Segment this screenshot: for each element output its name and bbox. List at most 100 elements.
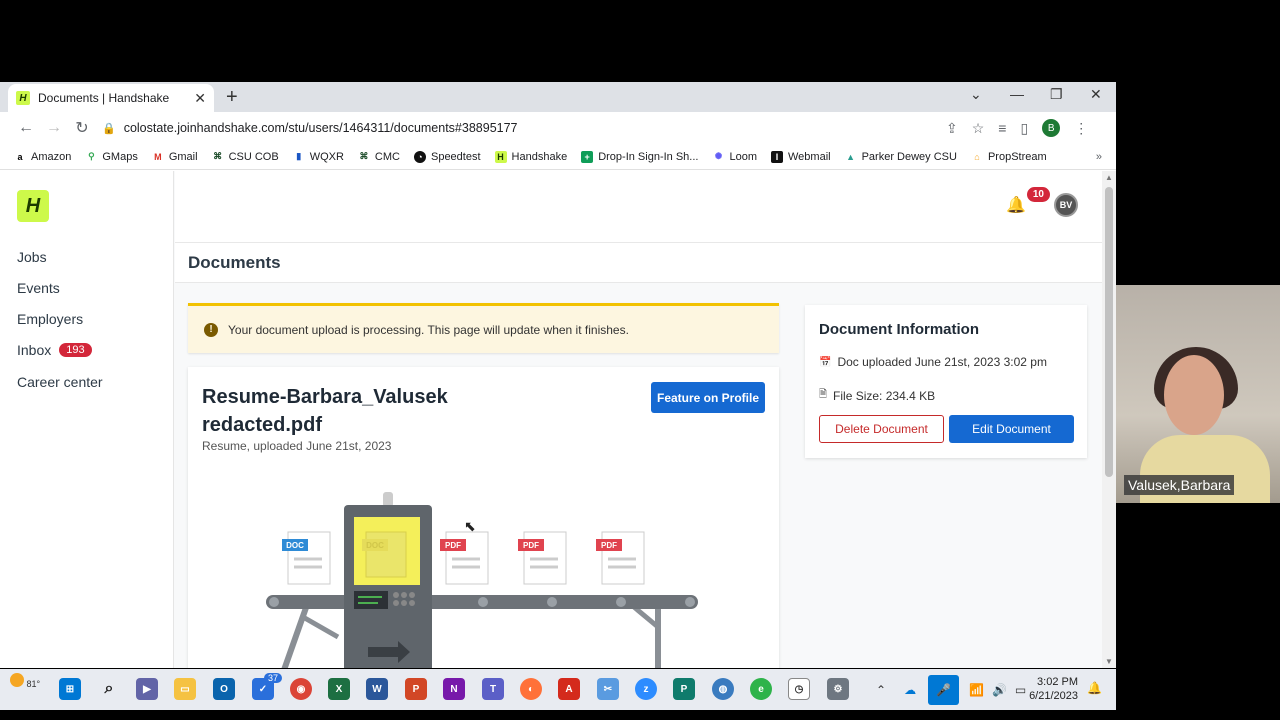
tab-strip: H Documents | Handshake ✕ + ⌄ — ❐ ✕: [0, 82, 1116, 112]
csu-ram-icon: ⌘: [359, 151, 369, 161]
chat-icon[interactable]: ▶: [136, 678, 158, 700]
todo-badge: 37: [264, 673, 283, 683]
scrollbar-thumb[interactable]: [1105, 187, 1113, 477]
info-title: Document Information: [819, 321, 979, 338]
bookmark-parker-dewey[interactable]: ▲ Parker Dewey CSU: [845, 151, 957, 163]
bookmark-webmail[interactable]: I Webmail: [771, 150, 831, 163]
tab-title: Documents | Handshake: [38, 91, 170, 105]
search-icon[interactable]: ⌕: [98, 678, 120, 700]
user-avatar[interactable]: BV: [1054, 193, 1078, 217]
scanner-machine-icon: DOC: [344, 492, 432, 668]
reading-list-icon[interactable]: ≡: [998, 120, 1006, 136]
svg-text:PDF: PDF: [523, 541, 539, 550]
globe-icon[interactable]: ◍: [712, 678, 734, 700]
browser-window: H Documents | Handshake ✕ + ⌄ — ❐ ✕ ← → …: [0, 82, 1116, 668]
edit-document-button[interactable]: Edit Document: [949, 415, 1074, 443]
feature-on-profile-button[interactable]: Feature on Profile: [651, 382, 765, 413]
firefox-icon[interactable]: ◐: [520, 678, 542, 700]
forward-icon[interactable]: →: [40, 119, 68, 137]
clock-app-icon[interactable]: ◷: [788, 678, 810, 700]
share-icon[interactable]: ⇪: [946, 120, 958, 137]
alert-icon: !: [204, 322, 218, 337]
gmail-icon: M: [154, 151, 162, 162]
scroll-up-icon[interactable]: ▲: [1105, 173, 1113, 182]
bookmark-handshake[interactable]: H Handshake: [494, 150, 567, 163]
bookmark-csu-cob[interactable]: ⌘ CSU COB: [212, 151, 279, 163]
volume-icon[interactable]: 🔊: [992, 683, 1007, 697]
snipping-tool-icon[interactable]: ✂: [597, 678, 619, 700]
start-icon[interactable]: ⊞: [59, 678, 81, 700]
microphone-icon[interactable]: 🎤: [928, 674, 960, 705]
nav-item-events[interactable]: Events: [17, 280, 60, 296]
bookmark-gmaps[interactable]: ⚲ GMaps: [85, 151, 138, 163]
bookmark-star-icon[interactable]: ☆: [972, 120, 985, 137]
new-tab-icon[interactable]: +: [226, 86, 238, 109]
page-scrollbar[interactable]: ▲ ▼: [1102, 171, 1116, 668]
document-name: Resume-Barbara_Valusek redacted.pdf: [202, 386, 448, 436]
page-title-bar: Documents: [175, 243, 1102, 283]
wifi-icon[interactable]: 📶: [969, 683, 984, 697]
bookmark-cmc[interactable]: ⌘ CMC: [358, 151, 400, 163]
house-icon: ⌂: [974, 151, 980, 162]
publisher-icon[interactable]: P: [673, 678, 695, 700]
weather-widget[interactable]: 81°: [10, 673, 40, 689]
bell-icon[interactable]: 🔔: [1006, 195, 1026, 215]
tab-search-icon[interactable]: ⌄: [970, 86, 982, 103]
calendar-icon: 📅: [819, 356, 832, 368]
chevron-up-icon[interactable]: ⌃: [876, 683, 886, 697]
word-icon[interactable]: W: [366, 678, 388, 700]
chrome-icon[interactable]: ◉: [290, 678, 312, 700]
profile-avatar[interactable]: B: [1042, 119, 1061, 137]
speedtest-icon: ◔: [413, 150, 426, 163]
system-tray: ⌃ ☁ 🎤 📶 🔊 ▭: [876, 669, 1026, 710]
close-window-icon[interactable]: ✕: [1090, 86, 1102, 103]
onenote-icon[interactable]: N: [443, 678, 465, 700]
file-size-row: 🗎 File Size: 234.4 KB: [819, 388, 936, 403]
delete-document-button[interactable]: Delete Document: [819, 415, 944, 443]
browser-toolbar: ← → ↻ 🔒 colostate.joinhandshake.com/stu/…: [0, 112, 1116, 144]
zoom-icon[interactable]: z: [635, 678, 657, 700]
nav-item-jobs[interactable]: Jobs: [17, 249, 47, 265]
document-meta: Resume, uploaded June 21st, 2023: [202, 439, 392, 453]
bookmark-amazon[interactable]: a Amazon: [14, 151, 71, 163]
powerpoint-icon[interactable]: P: [405, 678, 427, 700]
settings-icon[interactable]: ⚙: [827, 678, 849, 700]
bookmark-loom[interactable]: ✺ Loom: [712, 151, 757, 163]
svg-text:DOC: DOC: [286, 541, 304, 550]
back-icon[interactable]: ←: [12, 119, 40, 137]
bookmark-drop-in[interactable]: + Drop-In Sign-In Sh...: [581, 150, 698, 163]
minimize-icon[interactable]: —: [1010, 86, 1024, 102]
bookmarks-overflow-icon[interactable]: »: [1096, 151, 1102, 163]
taskbar-clock[interactable]: 3:02 PM 6/21/2023: [1029, 675, 1078, 703]
teams-icon[interactable]: T: [482, 678, 504, 700]
evernote-icon[interactable]: e: [750, 678, 772, 700]
bookmark-gmail[interactable]: M Gmail: [152, 151, 197, 163]
tab-documents[interactable]: H Documents | Handshake ✕: [8, 84, 214, 112]
handshake-favicon-icon: H: [16, 91, 30, 105]
battery-icon[interactable]: ▭: [1015, 683, 1026, 697]
notification-center-icon[interactable]: 🔔: [1087, 681, 1102, 695]
nav-item-employers[interactable]: Employers: [17, 311, 83, 327]
pdf-file-icon: PDF: [518, 531, 567, 585]
nav-item-inbox[interactable]: Inbox 193: [17, 342, 92, 358]
upload-date-row: 📅 Doc uploaded June 21st, 2023 3:02 pm: [819, 355, 1047, 369]
bookmark-wqxr[interactable]: ▮ WQXR: [293, 151, 344, 163]
nav-item-career-center[interactable]: Career center: [17, 374, 103, 390]
side-panel-icon[interactable]: ▯: [1020, 120, 1028, 137]
bookmark-speedtest[interactable]: ◔ Speedtest: [413, 150, 481, 163]
restore-icon[interactable]: ❐: [1050, 86, 1063, 103]
address-bar[interactable]: 🔒 colostate.joinhandshake.com/stu/users/…: [102, 115, 932, 141]
onedrive-icon[interactable]: ☁: [904, 683, 916, 697]
handshake-logo[interactable]: H: [17, 190, 49, 222]
file-explorer-icon[interactable]: ▭: [174, 678, 196, 700]
outlook-icon[interactable]: O: [213, 678, 235, 700]
scroll-down-icon[interactable]: ▼: [1105, 657, 1113, 666]
menu-icon[interactable]: ⋮: [1074, 120, 1088, 137]
page-title: Documents: [188, 253, 281, 272]
bookmark-propstream[interactable]: ⌂ PropStream: [971, 151, 1046, 163]
acrobat-icon[interactable]: A: [558, 678, 580, 700]
excel-icon[interactable]: X: [328, 678, 350, 700]
left-navigation: H Jobs Events Employers Inbox 193 Career …: [0, 171, 174, 668]
reload-icon[interactable]: ↻: [68, 118, 96, 138]
tab-close-icon[interactable]: ✕: [194, 90, 206, 107]
